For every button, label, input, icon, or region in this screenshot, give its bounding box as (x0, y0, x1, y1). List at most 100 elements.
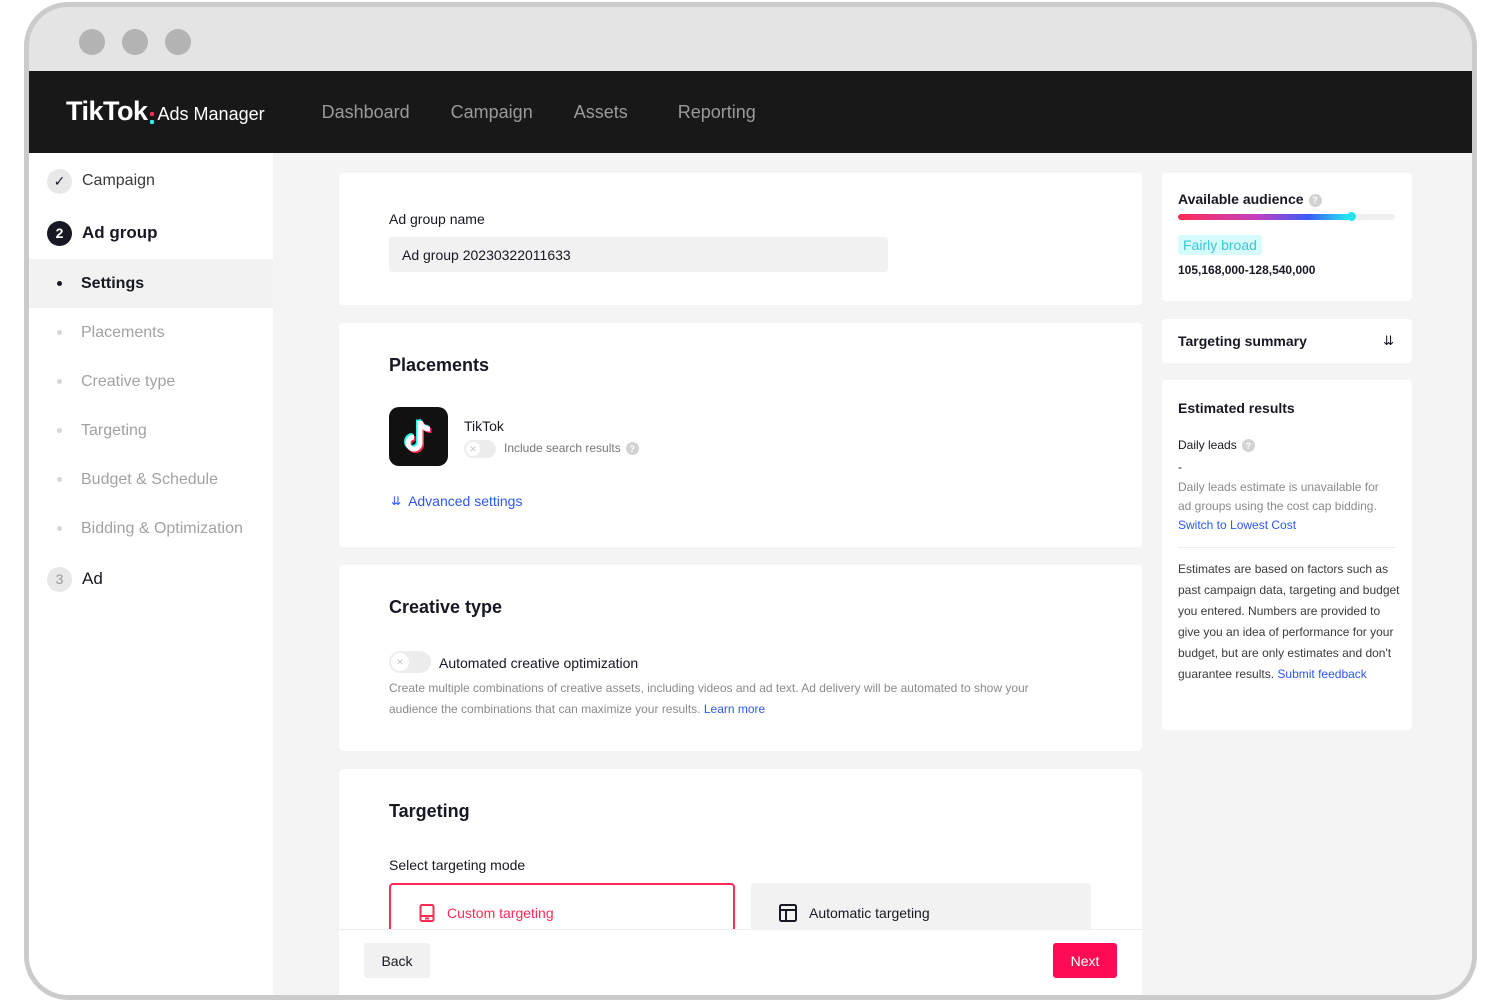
targeting-title: Targeting (389, 801, 470, 821)
nav-campaign[interactable]: Campaign (451, 102, 533, 123)
substep-budget-schedule[interactable]: Budget & Schedule (29, 455, 273, 504)
audience-meter-fill (1178, 214, 1352, 220)
automatic-targeting-label: Automatic targeting (809, 905, 930, 921)
placements-title: Placements (389, 355, 490, 375)
title-text: Available audience (1178, 191, 1304, 207)
step-ad-group[interactable]: 2 Ad group (29, 207, 273, 259)
daily-leads-value: - (1178, 460, 1182, 474)
step-campaign[interactable]: ✓ Campaign (29, 155, 273, 207)
browser-window: TikTok Ads Manager Dashboard Campaign As… (24, 2, 1477, 1000)
step-ad[interactable]: 3 Ad (29, 553, 273, 605)
estimated-results-title: Estimated results (1178, 400, 1295, 416)
substep-placements[interactable]: Placements (29, 308, 273, 357)
note-text: Daily leads estimate is unavailable for … (1178, 480, 1379, 513)
advanced-settings-link[interactable]: ⇊ Advanced settings (391, 493, 522, 509)
logo-colon-icon (149, 112, 154, 124)
divider (1178, 547, 1395, 548)
double-chevron-down-icon[interactable]: ⇊ (1383, 333, 1394, 349)
substep-label: Creative type (81, 372, 176, 390)
targeting-summary-title: Targeting summary (1178, 333, 1307, 349)
creative-type-title: Creative type (389, 597, 503, 617)
main-content: Ad group name Placements TikTok (339, 153, 1142, 995)
daily-leads-label: Daily leads? (1178, 438, 1255, 453)
switch-to-lowest-cost-link[interactable]: Switch to Lowest Cost (1178, 518, 1296, 532)
bullet-icon (57, 477, 62, 482)
footer-action-bar: Back Next (339, 929, 1142, 995)
substep-label: Placements (81, 323, 165, 341)
substep-label: Settings (81, 274, 145, 292)
nav-assets[interactable]: Assets (574, 102, 628, 123)
layout-icon (779, 904, 797, 922)
next-button[interactable]: Next (1053, 943, 1117, 978)
include-search-results-label: Include search results? (504, 441, 639, 456)
daily-leads-note: Daily leads estimate is unavailable for … (1178, 478, 1393, 535)
toggle-label-text: Include search results (504, 441, 621, 455)
available-audience-card: Available audience? Fairly broad 105,168… (1162, 173, 1412, 301)
minimize-window-button[interactable] (122, 29, 148, 55)
substep-bidding-optimization[interactable]: Bidding & Optimization (29, 504, 273, 553)
bullet-icon (57, 281, 62, 286)
automated-creative-optimization-label: Automated creative optimization (439, 655, 639, 671)
step-number-badge: 3 (47, 566, 72, 592)
audience-breadth-badge: Fairly broad (1178, 235, 1262, 255)
metric-text: Daily leads (1178, 438, 1237, 452)
targeting-summary-card[interactable]: Targeting summary ⇊ (1162, 319, 1412, 363)
estimates-disclaimer: Estimates are based on factors such as p… (1178, 559, 1400, 685)
tiktok-app-icon (389, 407, 448, 466)
custom-targeting-label: Custom targeting (447, 905, 554, 921)
creation-steps-sidebar: ✓ Campaign 2 Ad group Settings Placement… (29, 153, 273, 995)
targeting-mode-label: Select targeting mode (389, 857, 526, 873)
audience-size-range: 105,168,000-128,540,000 (1178, 263, 1316, 277)
toggle-off-icon: ✕ (391, 653, 409, 671)
submit-feedback-link[interactable]: Submit feedback (1277, 667, 1366, 681)
step-label: Campaign (82, 172, 155, 189)
logo-subtitle: Ads Manager (157, 104, 265, 124)
substep-settings[interactable]: Settings (29, 259, 273, 308)
ad-group-name-label: Ad group name (389, 211, 485, 227)
audience-meter-indicator (1346, 212, 1356, 221)
nav-dashboard[interactable]: Dashboard (322, 102, 410, 123)
ad-group-name-card: Ad group name (339, 173, 1142, 305)
available-audience-title: Available audience? (1178, 191, 1322, 207)
step-label: Ad group (82, 223, 158, 242)
audience-meter (1178, 212, 1395, 221)
help-icon[interactable]: ? (1308, 193, 1322, 207)
double-chevron-down-icon: ⇊ (391, 494, 402, 508)
include-search-results-toggle[interactable]: ✕ (464, 440, 496, 458)
nav-menu: Dashboard Campaign Assets Reporting (322, 102, 797, 123)
close-window-button[interactable] (79, 29, 105, 55)
device-icon (419, 904, 435, 922)
help-icon[interactable]: ? (1241, 439, 1255, 453)
estimated-results-card: Estimated results Daily leads? - Daily l… (1162, 380, 1412, 730)
substep-label: Bidding & Optimization (81, 519, 243, 537)
bullet-icon (57, 330, 62, 335)
placement-name: TikTok (464, 418, 504, 434)
logo-wordmark: TikTok (66, 96, 148, 126)
nav-reporting[interactable]: Reporting (678, 102, 756, 123)
substep-creative-type[interactable]: Creative type (29, 357, 273, 406)
substep-targeting[interactable]: Targeting (29, 406, 273, 455)
disclaimer-text: Estimates are based on factors such as p… (1178, 562, 1400, 681)
top-navigation: TikTok Ads Manager Dashboard Campaign As… (29, 71, 1472, 153)
creative-type-card: Creative type ✕ Automated creative optim… (339, 565, 1142, 751)
toggle-off-icon: ✕ (466, 442, 480, 456)
back-button[interactable]: Back (364, 943, 430, 978)
ad-group-name-input[interactable] (389, 237, 888, 272)
step-number-badge: 2 (47, 220, 72, 246)
placements-card: Placements TikTok ✕ Include search resul… (339, 323, 1142, 547)
bullet-icon (57, 526, 62, 531)
creative-type-description: Create multiple combinations of creative… (389, 678, 1069, 720)
app-viewport: TikTok Ads Manager Dashboard Campaign As… (29, 71, 1472, 995)
advanced-settings-label: Advanced settings (408, 493, 523, 509)
learn-more-link[interactable]: Learn more (704, 702, 765, 716)
bullet-icon (57, 428, 62, 433)
help-icon[interactable]: ? (625, 442, 639, 456)
substep-label: Budget & Schedule (81, 470, 218, 488)
window-controls (79, 29, 191, 55)
maximize-window-button[interactable] (165, 29, 191, 55)
step-label: Ad (82, 569, 103, 588)
check-icon: ✓ (47, 168, 72, 194)
tiktok-ads-manager-logo[interactable]: TikTok Ads Manager (66, 96, 265, 128)
automated-creative-optimization-toggle[interactable]: ✕ (389, 651, 431, 673)
substep-label: Targeting (81, 421, 147, 439)
